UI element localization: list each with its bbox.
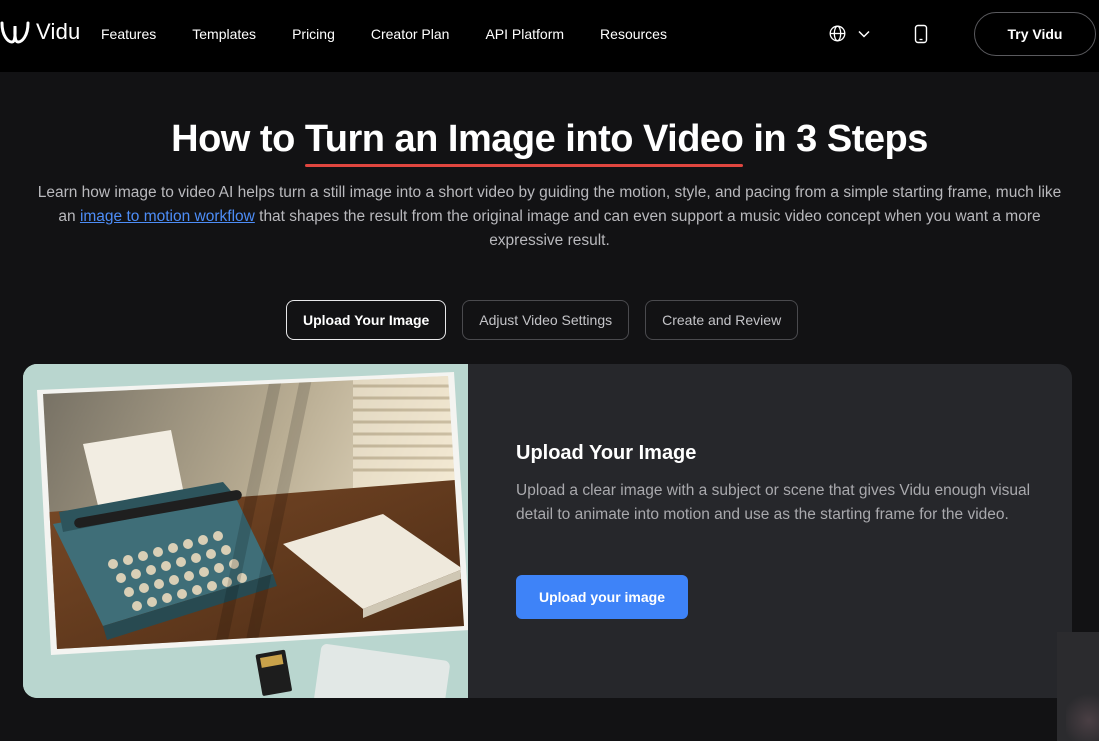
nav-link-creator-plan[interactable]: Creator Plan (371, 26, 450, 42)
step-description: Upload a clear image with a subject or s… (516, 482, 1031, 523)
image-to-motion-link[interactable]: image to motion workflow (80, 208, 255, 225)
nav-link-templates[interactable]: Templates (192, 26, 256, 42)
title-part-before: How to (171, 118, 305, 160)
upload-image-button[interactable]: Upload your image (516, 575, 688, 619)
step-card: Upload Your Image Upload a clear image w… (23, 364, 1072, 698)
step-tabs: Upload Your Image Adjust Video Settings … (286, 300, 799, 340)
nav-link-features[interactable]: Features (101, 26, 156, 42)
nav-link-resources[interactable]: Resources (600, 26, 667, 42)
title-highlight: Turn an Image into Video (304, 118, 744, 167)
nav-links: Features Templates Pricing Creator Plan … (101, 26, 703, 42)
top-navbar: Vidu Features Templates Pricing Creator … (0, 0, 1099, 72)
globe-icon (829, 25, 846, 42)
desc-part-after: that shapes the result from the original… (254, 208, 1041, 249)
tab-adjust-video-settings[interactable]: Adjust Video Settings (462, 300, 630, 340)
vidu-logo-icon (0, 21, 30, 44)
nav-link-api-platform[interactable]: API Platform (485, 26, 564, 42)
title-part-after: in 3 Steps (743, 118, 928, 160)
step-title: Upload Your Image (516, 442, 697, 464)
logo-text: Vidu (36, 19, 81, 44)
page-title: How to Turn an Image into Video in 3 Ste… (0, 118, 1099, 167)
tab-create-and-review[interactable]: Create and Review (645, 300, 799, 340)
hero-description: Learn how image to video AI helps turn a… (30, 181, 1069, 253)
language-selector[interactable] (829, 25, 870, 42)
phone-icon (914, 24, 928, 44)
nav-link-pricing[interactable]: Pricing (292, 26, 335, 42)
chevron-down-icon (858, 30, 870, 38)
mobile-app-button[interactable] (914, 24, 928, 49)
typewriter-illustration (23, 364, 468, 698)
step-content: Upload Your Image Upload a clear image w… (516, 442, 1036, 527)
try-vidu-button[interactable]: Try Vidu (974, 12, 1096, 56)
typewriter-photo (23, 364, 468, 698)
corner-blur (1066, 690, 1099, 741)
tab-upload-your-image[interactable]: Upload Your Image (286, 300, 447, 340)
vidu-logo[interactable]: Vidu (0, 18, 80, 46)
